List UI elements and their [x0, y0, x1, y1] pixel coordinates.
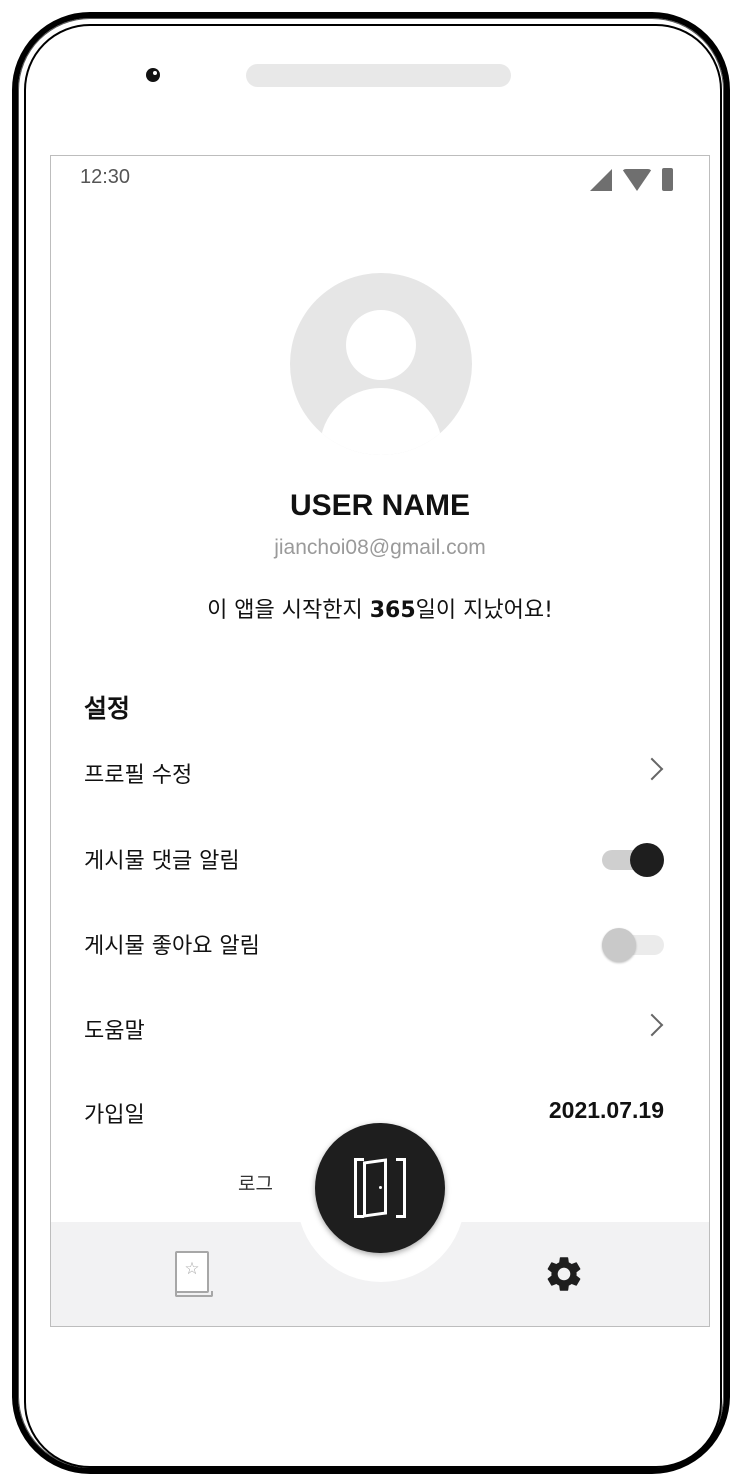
setting-help[interactable]: 도움말: [84, 1009, 664, 1049]
status-time: 12:30: [80, 166, 131, 188]
toggle-knob: [602, 928, 636, 962]
battery-icon: [662, 168, 673, 191]
settings-title: 설정: [84, 694, 131, 723]
comment-notification-toggle[interactable]: [602, 843, 664, 877]
logout-fab-button[interactable]: [315, 1123, 445, 1253]
setting-edit-profile[interactable]: 프로필 수정: [84, 753, 664, 793]
like-notification-toggle[interactable]: [602, 928, 664, 962]
speaker-grille: [246, 64, 511, 87]
setting-label: 게시물 댓글 알림: [84, 849, 240, 874]
user-email: jianchoi08@gmail.com: [274, 536, 486, 559]
days-prefix: 이 앱을 시작한지: [207, 598, 370, 623]
toggle-knob: [630, 843, 664, 877]
avatar-body: [320, 388, 442, 455]
days-since-start-message: 이 앱을 시작한지 365일이 지났어요!: [51, 592, 709, 624]
avatar-head: [346, 310, 416, 380]
signal-icon: [590, 168, 612, 191]
status-icons: [590, 168, 673, 191]
avatar[interactable]: [290, 273, 472, 455]
setting-comment-notification: 게시물 댓글 알림: [84, 839, 664, 879]
setting-label: 가입일: [84, 1103, 145, 1128]
status-bar: 12:30: [51, 156, 709, 200]
user-name: USER NAME: [289, 489, 470, 522]
logout-link[interactable]: 로그: [238, 1169, 273, 1196]
setting-label: 프로필 수정: [84, 763, 193, 788]
days-suffix: 일이 지났어요!: [415, 598, 553, 623]
setting-label: 게시물 좋아요 알림: [84, 934, 260, 959]
setting-label: 도움말: [84, 1019, 145, 1044]
wifi-icon: [622, 168, 652, 191]
chevron-right-icon: [640, 1013, 664, 1037]
chevron-right-icon: [640, 757, 664, 781]
door-icon: [354, 1158, 406, 1218]
app-screen: 12:30 USER NAME jianchoi08@gmail.com 이 앱…: [50, 155, 710, 1327]
days-count: 365: [369, 598, 416, 623]
gear-icon[interactable]: [543, 1253, 585, 1295]
join-date-value: 2021.07.19: [548, 1097, 664, 1123]
setting-like-notification: 게시물 좋아요 알림: [84, 924, 664, 964]
front-camera: [146, 68, 160, 82]
book-star-icon[interactable]: ☆: [175, 1251, 213, 1297]
